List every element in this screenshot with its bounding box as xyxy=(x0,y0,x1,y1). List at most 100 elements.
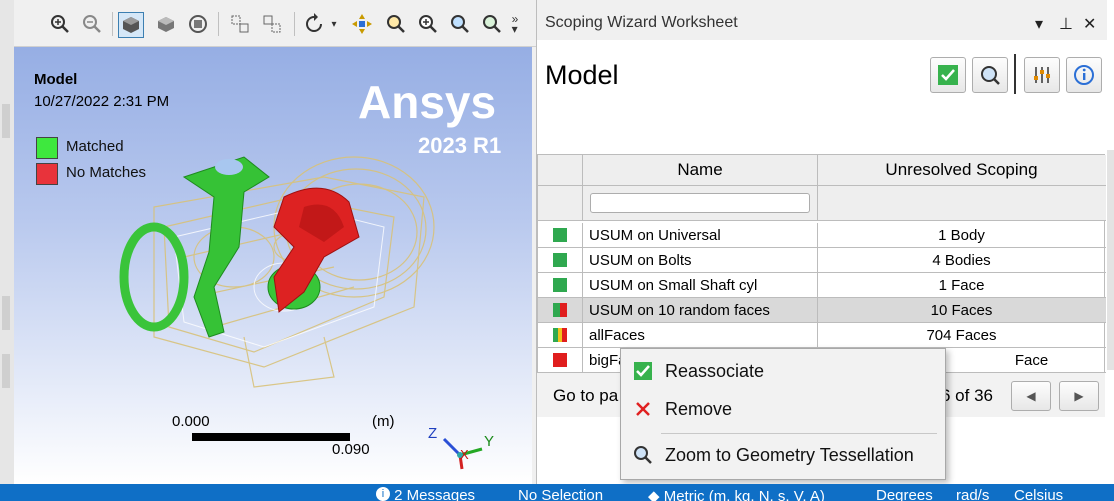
menu-item-label: Remove xyxy=(665,398,733,419)
scale-right-value: 0.090 xyxy=(332,441,370,458)
table-filter-row xyxy=(538,186,1106,221)
row-name: USUM on Universal xyxy=(583,223,818,247)
scale-left-value: 0.000 xyxy=(172,413,210,430)
graphics-viewport[interactable]: Model 10/27/2022 2:31 PM Matched No Matc… xyxy=(14,47,532,484)
triad-y-label: Y xyxy=(484,433,495,450)
row-name: allFaces xyxy=(583,323,818,347)
checkmark-icon xyxy=(938,65,958,85)
next-page-button[interactable]: ▶ xyxy=(1059,381,1099,411)
zoom-region-icon[interactable] xyxy=(448,12,472,36)
units-label: Metric (m, kg, N, s, V, A) xyxy=(663,488,825,501)
legend-swatch-matched xyxy=(36,137,58,159)
solid-view-icon[interactable] xyxy=(154,12,178,36)
toolbar-separator xyxy=(294,12,295,36)
zoom-next-icon[interactable] xyxy=(480,12,504,36)
name-filter-input[interactable] xyxy=(590,193,810,213)
zoom-box-icon[interactable] xyxy=(384,12,408,36)
status-no-match-icon xyxy=(553,353,567,367)
wireframe-icon[interactable] xyxy=(186,12,210,36)
messages-label: 2 Messages xyxy=(394,487,476,501)
units-status[interactable]: ◆ Metric (m, kg, N, s, V, A) xyxy=(648,487,825,501)
panel-header: Scoping Wizard Worksheet ▾ ⊥ ✕ xyxy=(537,0,1107,40)
viewport-date: 10/27/2022 2:31 PM xyxy=(34,93,170,110)
triad-x-label: X xyxy=(460,447,469,462)
pan-icon[interactable] xyxy=(350,12,374,36)
vertical-scrollbar[interactable] xyxy=(1107,150,1114,370)
menu-separator xyxy=(661,433,937,434)
worksheet-heading: Model xyxy=(545,60,619,90)
check-button[interactable] xyxy=(930,57,966,93)
splitter-handle[interactable] xyxy=(2,354,10,388)
prev-page-button[interactable]: ◀ xyxy=(1011,381,1051,411)
status-matched-icon xyxy=(553,278,567,292)
overflow-icon[interactable]: » ▾ xyxy=(508,12,522,36)
column-header-name[interactable]: Name xyxy=(583,155,818,185)
status-partial-icon xyxy=(553,328,568,342)
table-row-selected[interactable]: USUM on 10 random faces 10 Faces xyxy=(538,298,1106,323)
checkmark-icon xyxy=(634,362,652,380)
close-icon[interactable]: ✕ xyxy=(1083,14,1096,34)
zoom-out-icon[interactable] xyxy=(80,12,104,36)
table-row[interactable]: USUM on Bolts 4 Bodies xyxy=(538,248,1106,273)
table-row[interactable]: allFaces 704 Faces xyxy=(538,323,1106,348)
column-header-scoping[interactable]: Unresolved Scoping xyxy=(818,155,1105,185)
toolbar-separator xyxy=(218,12,219,36)
goto-page-label: Go to pa xyxy=(553,386,619,405)
table-row[interactable]: USUM on Small Shaft cyl 1 Face xyxy=(538,273,1106,298)
messages-status[interactable]: i 2 Messages xyxy=(376,487,475,501)
menu-item-label: Reassociate xyxy=(665,360,765,381)
iso-view-icon[interactable] xyxy=(118,12,144,38)
temperature-units-status[interactable]: Celsius xyxy=(1014,487,1063,501)
rotational-units-status[interactable]: rad/s xyxy=(956,487,989,501)
zoom-in-icon[interactable] xyxy=(48,12,72,36)
angle-units-status[interactable]: Degrees xyxy=(876,487,933,501)
panel-menu-icon[interactable]: ▾ xyxy=(1035,14,1043,34)
selection-status: No Selection xyxy=(518,487,604,501)
row-name: USUM on 10 random faces xyxy=(583,298,818,322)
status-matched-icon xyxy=(553,228,567,242)
sliders-icon xyxy=(1034,67,1050,83)
status-partial-icon xyxy=(553,303,567,317)
table-row[interactable]: USUM on Universal 1 Body xyxy=(538,223,1106,248)
row-scoping: 1 Face xyxy=(938,276,985,294)
row-scoping: 704 Faces xyxy=(926,326,997,344)
graphics-toolbar: ▾ » ▾ xyxy=(14,0,536,47)
model-geometry[interactable] xyxy=(94,137,454,397)
red-x-icon xyxy=(636,402,650,416)
diamond-icon: ◆ xyxy=(648,488,664,501)
zoom-fit-icon[interactable] xyxy=(416,12,440,36)
select-icon[interactable] xyxy=(228,12,252,36)
table-header-row: Name Unresolved Scoping xyxy=(538,155,1106,186)
splitter-handle[interactable] xyxy=(2,296,10,330)
scale-bar xyxy=(192,433,350,441)
row-scoping: 10 Faces xyxy=(930,301,993,319)
ansys-logo: Ansys xyxy=(358,76,497,128)
rotate-icon[interactable] xyxy=(302,12,326,36)
pin-icon[interactable]: ⊥ xyxy=(1059,14,1073,34)
toolbar-separator xyxy=(112,12,113,36)
context-menu: Reassociate Remove Zoom to Geometry Tess… xyxy=(620,348,946,480)
triad-z-label: Z xyxy=(428,425,438,442)
legend-swatch-no-matches xyxy=(36,163,58,185)
menu-item-label: Zoom to Geometry Tessellation xyxy=(665,444,914,465)
info-button[interactable] xyxy=(1066,57,1102,93)
chevron-down-icon[interactable]: ▾ xyxy=(328,12,340,36)
info-icon: i xyxy=(376,487,390,501)
splitter-handle[interactable] xyxy=(2,104,10,138)
row-scoping: 1 Body xyxy=(938,226,985,244)
menu-item-reassociate[interactable]: Reassociate xyxy=(621,355,943,387)
panel-title: Scoping Wizard Worksheet xyxy=(545,14,738,31)
zoom-button[interactable] xyxy=(972,57,1008,93)
box-select-icon[interactable] xyxy=(260,12,284,36)
menu-item-zoom-tessellation[interactable]: Zoom to Geometry Tessellation xyxy=(621,439,943,471)
menu-item-remove[interactable]: Remove xyxy=(621,393,943,425)
header-separator xyxy=(1014,54,1016,94)
status-bar: i 2 Messages No Selection ◆ Metric (m, k… xyxy=(0,484,1114,501)
row-name: USUM on Small Shaft cyl xyxy=(583,273,818,297)
left-tree-panel-edge xyxy=(0,0,15,484)
viewport-title: Model xyxy=(34,71,78,88)
status-matched-icon xyxy=(553,253,567,267)
scale-unit: (m) xyxy=(372,413,395,430)
settings-button[interactable] xyxy=(1024,57,1060,93)
zoom-geometry-icon xyxy=(634,446,652,464)
